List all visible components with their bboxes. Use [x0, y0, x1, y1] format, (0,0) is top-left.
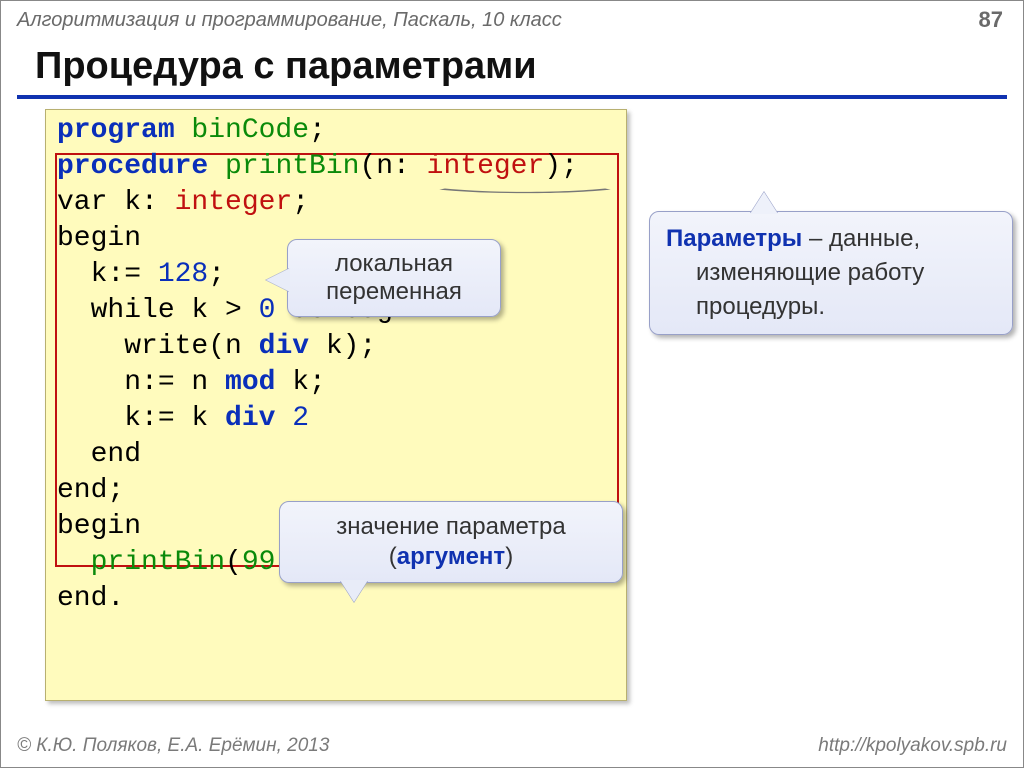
code-text: k); [309, 331, 376, 362]
slide: Алгоритмизация и программирование, Паска… [0, 0, 1024, 768]
callout-text: ( [389, 543, 397, 570]
kw-end: end [57, 439, 141, 470]
ident-bincode: binCode [191, 115, 309, 146]
code-text: (n: [359, 151, 426, 182]
callout-local-variable: локальная переменная [287, 239, 501, 317]
callout-text: – данные, [802, 225, 920, 252]
callout-text: изменяющие работу процедуры. [666, 256, 996, 324]
literal-0: 0 [259, 295, 276, 326]
code-text: k; [275, 367, 325, 398]
kw-mod: mod [225, 367, 275, 398]
kw-procedure: procedure [57, 151, 225, 182]
literal-2: 2 [292, 403, 309, 434]
callout-text: переменная [326, 278, 462, 305]
callout-bold: Параметры [666, 225, 802, 252]
kw-div: div [259, 331, 309, 362]
code-text: write(n [57, 331, 259, 362]
kw-end: end. [57, 583, 124, 614]
title-underline [17, 95, 1007, 99]
brace-icon: ︶ [435, 183, 615, 209]
code-indent [57, 547, 91, 578]
type-integer: integer [175, 187, 293, 218]
literal-128: 128 [158, 259, 208, 290]
kw-end: end; [57, 475, 124, 506]
code-text: var k: [57, 187, 175, 218]
code-text [275, 403, 292, 434]
punct: ( [225, 547, 242, 578]
punct: ); [544, 151, 578, 182]
course-header: Алгоритмизация и программирование, Паска… [17, 9, 562, 32]
page-number: 87 [979, 7, 1003, 33]
kw-div: div [225, 403, 275, 434]
punct: ; [292, 187, 309, 218]
ident-printbin: printBin [225, 151, 359, 182]
call-printbin: printBin [91, 547, 225, 578]
callout-parameters: Параметры – данные, изменяющие работу пр… [649, 211, 1013, 335]
code-text: k:= k [57, 403, 225, 434]
kw-begin: begin [57, 511, 141, 542]
punct: ; [309, 115, 326, 146]
footer-url: http://kpolyakov.spb.ru [818, 735, 1007, 757]
callout-text: ) [505, 543, 513, 570]
code-text: n:= n [57, 367, 225, 398]
callout-argument: значение параметра (аргумент) [279, 501, 623, 583]
callout-bold: аргумент [397, 543, 505, 570]
type-integer: integer [427, 151, 545, 182]
callout-text: локальная [335, 250, 453, 277]
code-text: k:= [57, 259, 158, 290]
callout-text: значение параметра [336, 513, 565, 540]
kw-begin: begin [57, 223, 141, 254]
punct: ; [208, 259, 225, 290]
literal-99: 99 [242, 547, 276, 578]
code-text: while k > [57, 295, 259, 326]
kw-program: program [57, 115, 191, 146]
footer-copyright: © К.Ю. Поляков, Е.А. Ерёмин, 2013 [17, 735, 329, 757]
slide-title: Процедура с параметрами [35, 45, 537, 88]
